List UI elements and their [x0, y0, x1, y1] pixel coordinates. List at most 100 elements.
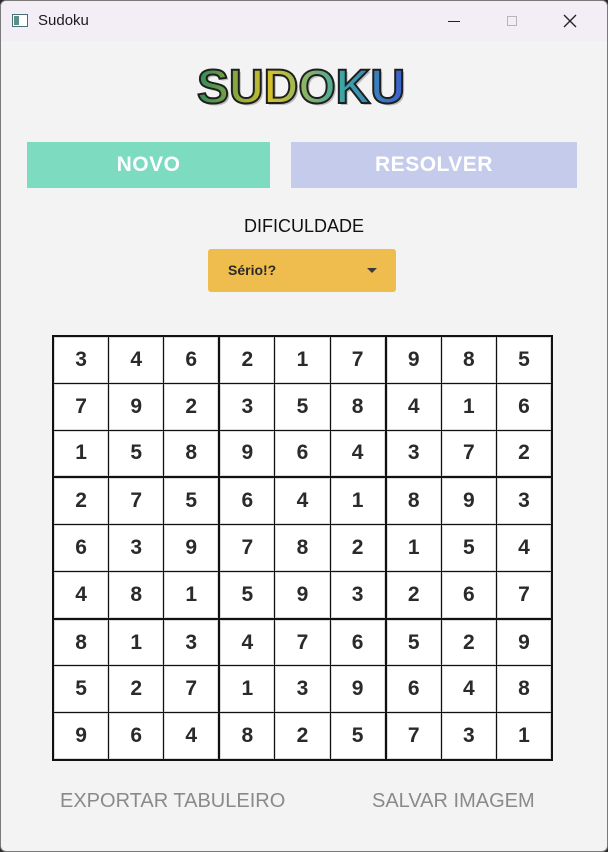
- board-cell[interactable]: 8: [275, 525, 330, 571]
- board-cell[interactable]: 4: [54, 571, 109, 618]
- board-cell[interactable]: 2: [164, 383, 219, 430]
- board-cell[interactable]: 6: [496, 383, 551, 430]
- board-cell[interactable]: 7: [164, 666, 219, 713]
- board-cell[interactable]: 1: [275, 337, 330, 383]
- board-cell[interactable]: 2: [109, 666, 164, 713]
- board-cell[interactable]: 2: [330, 525, 385, 571]
- board-cell[interactable]: 2: [386, 571, 441, 618]
- close-button[interactable]: [541, 1, 599, 41]
- board-cell[interactable]: 8: [164, 430, 219, 477]
- sudoku-logo: SUDOKU SUDOKU: [196, 60, 407, 111]
- chevron-down-icon: [367, 268, 377, 273]
- board-cell[interactable]: 8: [441, 337, 496, 383]
- board-cell[interactable]: 7: [275, 619, 330, 666]
- maximize-icon: [507, 16, 517, 26]
- board-cell[interactable]: 9: [330, 666, 385, 713]
- difficulty-dropdown[interactable]: Sério!?: [208, 249, 396, 292]
- board-cell[interactable]: 8: [109, 571, 164, 618]
- board-cell[interactable]: 6: [275, 430, 330, 477]
- board-cell[interactable]: 5: [220, 571, 275, 618]
- board-cell[interactable]: 6: [54, 525, 109, 571]
- board-cell[interactable]: 1: [220, 666, 275, 713]
- board-cell[interactable]: 6: [330, 619, 385, 666]
- board-cell[interactable]: 1: [330, 478, 385, 525]
- board-cell[interactable]: 7: [386, 713, 441, 759]
- board-cell[interactable]: 5: [54, 666, 109, 713]
- board-cell[interactable]: 8: [220, 713, 275, 759]
- board-cell[interactable]: 5: [109, 430, 164, 477]
- board-cell[interactable]: 1: [109, 619, 164, 666]
- board-cell[interactable]: 7: [496, 571, 551, 618]
- board-cell[interactable]: 8: [496, 666, 551, 713]
- solve-button[interactable]: RESOLVER: [291, 142, 577, 188]
- board-cell[interactable]: 7: [54, 383, 109, 430]
- board-cell[interactable]: 4: [441, 666, 496, 713]
- board-cell[interactable]: 1: [496, 713, 551, 759]
- board-cell[interactable]: 6: [109, 713, 164, 759]
- board-cell[interactable]: 2: [275, 713, 330, 759]
- export-board-button[interactable]: EXPORTAR TABULEIRO: [60, 790, 285, 813]
- board-cell[interactable]: 5: [275, 383, 330, 430]
- board-cell[interactable]: 9: [109, 383, 164, 430]
- board-cell[interactable]: 1: [441, 383, 496, 430]
- board-cell[interactable]: 3: [386, 430, 441, 477]
- board-cell[interactable]: 7: [109, 478, 164, 525]
- difficulty-label: DIFICULDADE: [243, 216, 364, 236]
- board-cell[interactable]: 4: [220, 619, 275, 666]
- board-cell[interactable]: 8: [54, 619, 109, 666]
- title-bar: Sudoku: [1, 1, 607, 41]
- board-cell[interactable]: 2: [441, 619, 496, 666]
- board-cell[interactable]: 5: [386, 619, 441, 666]
- board-cell[interactable]: 7: [220, 525, 275, 571]
- board-cell[interactable]: 2: [54, 478, 109, 525]
- board-cell[interactable]: 5: [496, 337, 551, 383]
- board-cell[interactable]: 2: [496, 430, 551, 477]
- board-cell[interactable]: 6: [386, 666, 441, 713]
- board-cell[interactable]: 4: [109, 337, 164, 383]
- board-cell[interactable]: 4: [330, 430, 385, 477]
- board-cell[interactable]: 6: [441, 571, 496, 618]
- save-image-button[interactable]: SALVAR IMAGEM: [372, 790, 535, 813]
- board-cell[interactable]: 9: [275, 571, 330, 618]
- logo-text: SUDOKU: [197, 61, 405, 111]
- app-window-icon: [12, 14, 28, 27]
- sudoku-board: 3462179857923584161589643722756418936397…: [52, 335, 553, 761]
- board-cell[interactable]: 4: [386, 383, 441, 430]
- board-cell[interactable]: 9: [54, 713, 109, 759]
- board-cell[interactable]: 6: [220, 478, 275, 525]
- window-title: Sudoku: [38, 12, 89, 29]
- board-cell[interactable]: 3: [275, 666, 330, 713]
- minimize-button[interactable]: [425, 1, 483, 41]
- board-cell[interactable]: 7: [441, 430, 496, 477]
- board-cell[interactable]: 7: [330, 337, 385, 383]
- board-cell[interactable]: 8: [386, 478, 441, 525]
- board-cell[interactable]: 8: [330, 383, 385, 430]
- board-cell[interactable]: 5: [441, 525, 496, 571]
- board-cell[interactable]: 3: [441, 713, 496, 759]
- maximize-button[interactable]: [483, 1, 541, 41]
- board-cell[interactable]: 6: [164, 337, 219, 383]
- board-cell[interactable]: 3: [220, 383, 275, 430]
- board-cell[interactable]: 1: [164, 571, 219, 618]
- board-cell[interactable]: 9: [164, 525, 219, 571]
- board-cell[interactable]: 2: [220, 337, 275, 383]
- board-cell[interactable]: 3: [54, 337, 109, 383]
- board-cell[interactable]: 3: [330, 571, 385, 618]
- board-cell[interactable]: 9: [220, 430, 275, 477]
- board-cell[interactable]: 1: [54, 430, 109, 477]
- difficulty-selected-value: Sério!?: [228, 262, 277, 278]
- board-cell[interactable]: 9: [441, 478, 496, 525]
- board-cell[interactable]: 5: [330, 713, 385, 759]
- board-cell[interactable]: 9: [386, 337, 441, 383]
- board-cell[interactable]: 9: [496, 619, 551, 666]
- close-icon: [563, 14, 577, 28]
- board-cell[interactable]: 4: [164, 713, 219, 759]
- board-cell[interactable]: 4: [496, 525, 551, 571]
- board-cell[interactable]: 3: [496, 478, 551, 525]
- board-cell[interactable]: 1: [386, 525, 441, 571]
- board-cell[interactable]: 3: [109, 525, 164, 571]
- board-cell[interactable]: 4: [275, 478, 330, 525]
- board-cell[interactable]: 3: [164, 619, 219, 666]
- board-cell[interactable]: 5: [164, 478, 219, 525]
- new-game-button[interactable]: NOVO: [27, 142, 270, 188]
